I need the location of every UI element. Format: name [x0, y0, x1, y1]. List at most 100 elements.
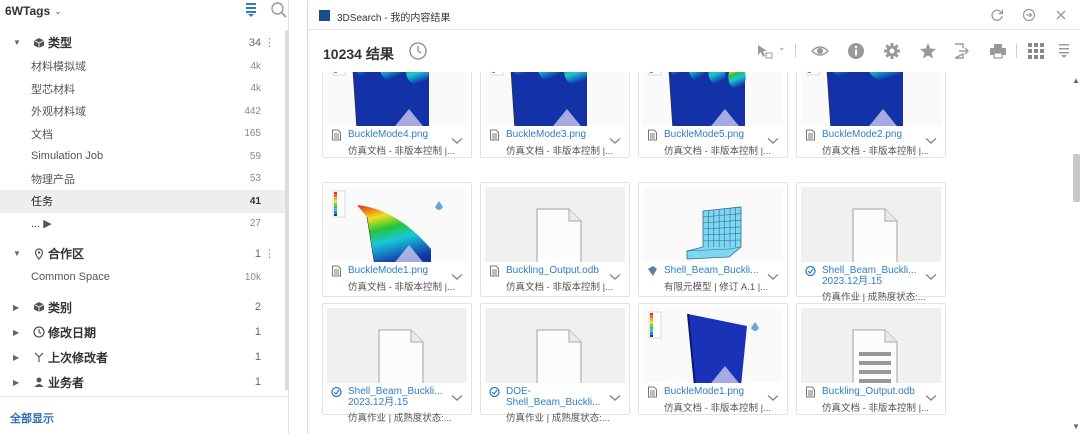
- card-thumbnail[interactable]: [485, 308, 625, 383]
- card-title-link[interactable]: BuckleMode2.png: [822, 129, 922, 140]
- facet-item[interactable]: 材料模拟域 4k: [0, 55, 285, 78]
- eye-icon[interactable]: [811, 42, 829, 60]
- card-title-link[interactable]: Buckling_Output.odb: [506, 265, 606, 276]
- filter-icon[interactable]: [245, 1, 257, 17]
- result-card[interactable]: Buckling_Output.odb 仿真文档 - 非版本控制 |...: [480, 182, 630, 297]
- chevron-down-icon[interactable]: [609, 137, 621, 145]
- chevron-down-icon[interactable]: [767, 137, 779, 145]
- info-icon[interactable]: [847, 42, 865, 60]
- chevron-down-icon[interactable]: [767, 273, 779, 281]
- facet-section[interactable]: ▶ 上次修改者 1: [0, 345, 285, 370]
- card-title-link[interactable]: BuckleMode5.png: [664, 129, 764, 140]
- result-card[interactable]: BuckleMode2.png 仿真文档 - 非版本控制 |...: [796, 72, 946, 158]
- close-icon[interactable]: [1054, 8, 1068, 22]
- facet-item[interactable]: ... ▶ 27: [0, 213, 285, 236]
- card-thumbnail[interactable]: [327, 308, 467, 383]
- result-card[interactable]: Shell_Beam_Buckli... 有限元模型 | 修订 A.1 |...: [638, 182, 788, 297]
- facet-section-label: 类别: [48, 300, 73, 315]
- expand-arrow-icon[interactable]: ▶: [13, 378, 19, 387]
- gear-icon[interactable]: [883, 42, 901, 60]
- facet-item[interactable]: 型芯材料 4k: [0, 78, 285, 101]
- facet-item[interactable]: 文档 165: [0, 123, 285, 146]
- chevron-down-icon[interactable]: [451, 137, 463, 145]
- card-title-link[interactable]: BuckleMode1.png: [348, 265, 448, 276]
- scrollbar-thumb[interactable]: [1073, 154, 1080, 202]
- chevron-down-icon[interactable]: [925, 137, 937, 145]
- result-card[interactable]: Shell_Beam_Buckli... 2023.12月.15 仿真作业 | 成…: [796, 182, 946, 303]
- facet-item[interactable]: Simulation Job 59: [0, 145, 285, 168]
- facet-section[interactable]: ▶ 修改日期 1: [0, 320, 285, 345]
- chevron-down-icon[interactable]: [609, 394, 621, 402]
- left-scrollbar[interactable]: [285, 30, 289, 390]
- expand-arrow-icon[interactable]: ▶: [13, 328, 19, 337]
- facet-item-count: 4k: [250, 60, 261, 72]
- chevron-down-icon[interactable]: [925, 394, 937, 402]
- facet-item[interactable]: 外观材料域 442: [0, 100, 285, 123]
- card-thumbnail[interactable]: [801, 308, 941, 383]
- card-thumbnail[interactable]: [485, 187, 625, 262]
- collapse-arrow-icon[interactable]: ▼: [13, 249, 21, 258]
- result-card[interactable]: DOE- Shell_Beam_Buckli... 仿真作业 | 成熟度状态:..…: [480, 303, 630, 424]
- scroll-up-icon[interactable]: ▲: [1072, 76, 1080, 85]
- sort-options-icon[interactable]: [1058, 42, 1070, 60]
- card-thumbnail[interactable]: [327, 187, 467, 262]
- chevron-down-icon[interactable]: [451, 394, 463, 402]
- card-thumbnail[interactable]: [485, 72, 625, 126]
- facet-item[interactable]: Common Space 10k: [0, 266, 285, 289]
- expand-arrow-icon[interactable]: ▶: [13, 303, 19, 312]
- collapse-arrow-icon[interactable]: ▼: [13, 38, 21, 47]
- refresh-icon[interactable]: [990, 8, 1004, 22]
- card-title-link[interactable]: BuckleMode4.png: [348, 129, 448, 140]
- card-title-link[interactable]: Shell_Beam_Buckli...: [664, 265, 764, 276]
- card-title-link[interactable]: Shell_Beam_Buckli... 2023.12月.15: [822, 265, 922, 287]
- chevron-down-icon[interactable]: ⌄: [54, 6, 62, 17]
- tags-title[interactable]: 6WTags: [5, 4, 50, 18]
- print-icon[interactable]: [989, 42, 1007, 60]
- card-thumbnail[interactable]: [801, 187, 941, 262]
- card-title-link[interactable]: Shell_Beam_Buckli... 2023.12月.15: [348, 386, 448, 408]
- result-card[interactable]: BuckleMode3.png 仿真文档 - 非版本控制 |...: [480, 72, 630, 158]
- more-options-icon[interactable]: ⋮: [264, 36, 275, 49]
- result-card[interactable]: BuckleMode5.png 仿真文档 - 非版本控制 |...: [638, 72, 788, 158]
- card-title-link[interactable]: BuckleMode1.png: [664, 386, 764, 397]
- show-all-link[interactable]: 全部显示: [10, 410, 54, 426]
- card-thumbnail[interactable]: [327, 72, 467, 126]
- facet-section-label: 类型: [48, 36, 73, 50]
- expand-arrow-icon[interactable]: ▶: [13, 353, 19, 362]
- card-title-link[interactable]: DOE- Shell_Beam_Buckli...: [506, 386, 606, 408]
- facet-section[interactable]: ▶ 业务者 1: [0, 370, 285, 393]
- document-icon: [332, 265, 341, 277]
- chevron-down-icon[interactable]: [451, 273, 463, 281]
- card-title-link[interactable]: BuckleMode3.png: [506, 129, 606, 140]
- more-options-icon[interactable]: ⋮: [264, 247, 275, 260]
- facet-item-label: Simulation Job: [31, 150, 104, 163]
- result-card[interactable]: Buckling_Output.odb 仿真文档 - 非版本控制 |...: [796, 303, 946, 415]
- facet-item[interactable]: 任务 41: [0, 190, 285, 213]
- chevron-down-icon[interactable]: ⌄: [778, 42, 786, 53]
- card-thumbnail[interactable]: [643, 72, 783, 126]
- card-thumbnail[interactable]: [643, 187, 783, 262]
- select-mode-icon[interactable]: [756, 42, 774, 60]
- card-thumbnail[interactable]: [643, 308, 783, 383]
- chevron-down-icon[interactable]: [767, 394, 779, 402]
- result-card[interactable]: BuckleMode4.png 仿真文档 - 非版本控制 |...: [322, 72, 472, 158]
- card-title-link[interactable]: Buckling_Output.odb: [822, 386, 922, 397]
- scroll-down-icon[interactable]: ▼: [1072, 422, 1080, 431]
- chevron-down-icon[interactable]: [609, 273, 621, 281]
- facet-section[interactable]: ▼ 合作区 1 ⋮: [0, 241, 285, 266]
- share-icon[interactable]: [952, 42, 970, 60]
- card-thumbnail[interactable]: [801, 72, 941, 126]
- search-icon[interactable]: [270, 1, 288, 19]
- facet-section[interactable]: ▼ 类型 34 ⋮: [0, 30, 285, 55]
- maximize-icon[interactable]: [1022, 8, 1036, 22]
- chevron-down-icon[interactable]: [925, 273, 937, 281]
- grid-view-icon[interactable]: [1027, 42, 1045, 60]
- results-scrollbar[interactable]: ▲ ▼: [1070, 72, 1080, 434]
- result-card[interactable]: Shell_Beam_Buckli... 2023.12月.15 仿真作业 | 成…: [322, 303, 472, 424]
- facet-section[interactable]: ▶ 类别 2: [0, 295, 285, 320]
- result-card[interactable]: BuckleMode1.png 仿真文档 - 非版本控制 |...: [322, 182, 472, 297]
- facet-item[interactable]: 物理产品 53: [0, 168, 285, 191]
- result-card[interactable]: BuckleMode1.png 仿真文档 - 非版本控制 |...: [638, 303, 788, 415]
- star-icon[interactable]: [919, 42, 937, 60]
- history-clock-icon[interactable]: [408, 41, 428, 61]
